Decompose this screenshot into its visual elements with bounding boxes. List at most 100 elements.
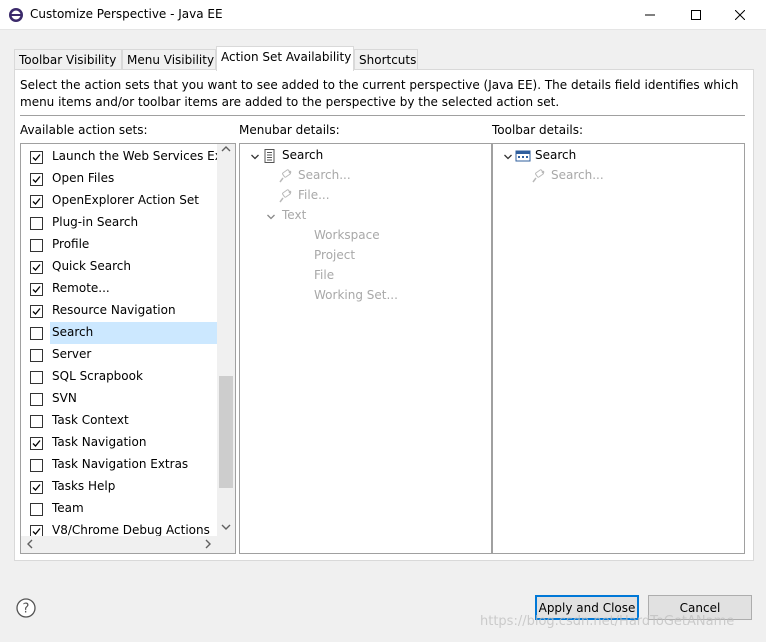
list-item[interactable]: Team — [21, 498, 217, 520]
tab-toolbar-visibility[interactable]: Toolbar Visibility — [14, 49, 122, 71]
list-item[interactable]: Remote... — [21, 278, 217, 300]
toolbar-details-tree[interactable]: Search Search... — [492, 143, 745, 554]
tree-node[interactable]: Project — [240, 246, 491, 266]
list-item-label: Task Context — [52, 413, 129, 427]
horizontal-scrollbar[interactable] — [21, 536, 217, 553]
checkmark-icon — [32, 154, 41, 161]
tree-node[interactable]: Working Set... — [240, 286, 491, 306]
list-item[interactable]: Task Navigation Extras — [21, 454, 217, 476]
tree-node-label: Search... — [551, 168, 604, 182]
checkbox[interactable] — [30, 415, 43, 428]
available-action-sets-label: Available action sets: — [20, 123, 148, 137]
checkbox[interactable] — [30, 393, 43, 406]
list-item-label: Resource Navigation — [52, 303, 176, 317]
list-item[interactable]: Launch the Web Services Exp — [21, 146, 229, 168]
vertical-scrollbar[interactable] — [217, 144, 235, 536]
checkbox[interactable] — [30, 437, 43, 450]
list-item-label: SVN — [52, 391, 77, 405]
checkbox[interactable] — [30, 503, 43, 516]
list-item[interactable]: Quick Search — [21, 256, 217, 278]
action-sets-list[interactable]: Launch the Web Services Exp Open Files Ope… — [20, 143, 236, 554]
list-item-label: Remote... — [52, 281, 110, 295]
tree-node[interactable]: Search... — [240, 166, 491, 186]
tree-node[interactable]: File — [240, 266, 491, 286]
menubar-details-tree[interactable]: Search Search... File... Text Workspace Proje… — [239, 143, 492, 554]
scroll-down-icon[interactable] — [221, 522, 231, 535]
tree-node[interactable]: File... — [240, 186, 491, 206]
list-item[interactable]: Profile — [21, 234, 217, 256]
list-item[interactable]: Tasks Help — [21, 476, 217, 498]
checkbox[interactable] — [30, 151, 43, 164]
checkbox[interactable] — [30, 371, 43, 384]
list-item-label: Open Files — [52, 171, 115, 185]
expand-chevron-icon[interactable] — [266, 211, 276, 221]
list-item-label: Quick Search — [52, 259, 131, 273]
checkbox[interactable] — [30, 459, 43, 472]
checkbox[interactable] — [30, 217, 43, 230]
title-bar: Customize Perspective - Java EE — [0, 0, 766, 30]
tree-node[interactable]: Search — [240, 146, 491, 166]
tree-node[interactable]: Search... — [493, 166, 744, 186]
scroll-up-icon[interactable] — [221, 144, 231, 157]
search-action-icon — [278, 168, 294, 184]
list-item[interactable]: SQL Scrapbook — [21, 366, 217, 388]
checkmark-icon — [32, 198, 41, 205]
maximize-icon — [691, 10, 701, 20]
list-item[interactable]: Open Files — [21, 168, 217, 190]
tree-node-label: Project — [314, 248, 356, 262]
checkmark-icon — [32, 308, 41, 315]
checkmark-icon — [32, 176, 41, 183]
tree-node[interactable]: Text — [240, 206, 491, 226]
toolbar-details-label: Toolbar details: — [492, 123, 584, 137]
tab-menu-visibility[interactable]: Menu Visibility — [122, 49, 216, 71]
minimize-icon — [645, 14, 655, 16]
list-item-label: Plug-in Search — [52, 215, 139, 229]
list-item-label: Task Navigation Extras — [52, 457, 189, 471]
tree-node[interactable]: Search — [493, 146, 744, 166]
tab-action-set-availability[interactable]: Action Set Availability — [216, 46, 354, 71]
list-item-label: SQL Scrapbook — [52, 369, 143, 383]
list-item-label: V8/Chrome Debug Actions — [52, 523, 210, 537]
list-item[interactable]: OpenExplorer Action Set — [21, 190, 217, 212]
list-item[interactable]: Resource Navigation — [21, 300, 217, 322]
tree-node-label: Working Set... — [314, 288, 398, 302]
expand-chevron-icon[interactable] — [503, 151, 513, 161]
list-item[interactable]: Search — [21, 322, 217, 344]
maximize-button[interactable] — [674, 0, 718, 30]
help-button[interactable]: ? — [16, 598, 36, 618]
checkbox[interactable] — [30, 261, 43, 274]
description-text: Select the action sets that you want to … — [20, 78, 739, 109]
checkbox[interactable] — [30, 349, 43, 362]
svg-text:?: ? — [23, 602, 30, 617]
checkbox[interactable] — [30, 481, 43, 494]
close-icon — [735, 10, 745, 20]
checkbox[interactable] — [30, 327, 43, 340]
tree-node[interactable]: Workspace — [240, 226, 491, 246]
minimize-button[interactable] — [628, 0, 672, 30]
list-item[interactable]: SVN — [21, 388, 217, 410]
checkbox[interactable] — [30, 283, 43, 296]
checkbox[interactable] — [30, 195, 43, 208]
eclipse-icon — [9, 8, 23, 22]
vertical-scroll-thumb[interactable] — [219, 376, 233, 488]
list-item[interactable]: Task Navigation — [21, 432, 217, 454]
tree-node-label: Text — [282, 208, 307, 222]
list-item[interactable]: Task Context — [21, 410, 217, 432]
tree-node-label: File... — [298, 188, 330, 202]
scroll-left-icon[interactable] — [25, 539, 35, 552]
checkbox[interactable] — [30, 305, 43, 318]
close-button[interactable] — [718, 0, 762, 30]
window-title: Customize Perspective - Java EE — [30, 7, 223, 21]
list-item-label: Tasks Help — [52, 479, 116, 493]
checkbox[interactable] — [30, 239, 43, 252]
expand-chevron-icon[interactable] — [250, 151, 260, 161]
checkbox[interactable] — [30, 173, 43, 186]
tab-shortcuts[interactable]: Shortcuts — [354, 49, 418, 71]
scroll-right-icon[interactable] — [203, 539, 213, 552]
tab-label: Menu Visibility — [127, 53, 215, 67]
checkmark-icon — [32, 286, 41, 293]
list-item-label: Profile — [52, 237, 90, 251]
menu-icon — [262, 148, 278, 164]
list-item[interactable]: Plug-in Search — [21, 212, 217, 234]
list-item[interactable]: Server — [21, 344, 217, 366]
